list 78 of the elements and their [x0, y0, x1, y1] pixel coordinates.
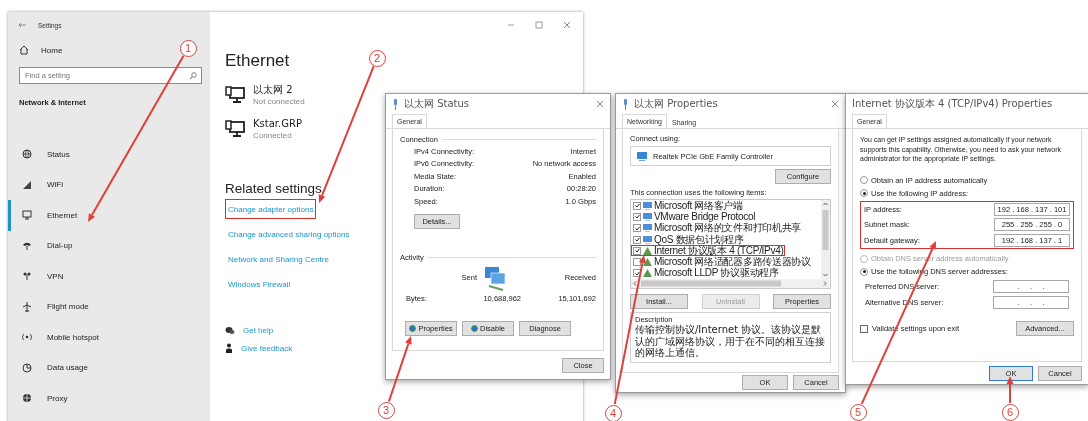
- person-icon: [225, 343, 233, 353]
- step-number: 5: [849, 403, 867, 421]
- close-icon[interactable]: [831, 100, 839, 108]
- list-item[interactable]: Microsoft LLDP 协议驱动程序: [631, 267, 781, 280]
- section-heading: Related settings: [225, 180, 322, 198]
- back-arrow-icon[interactable]: [18, 22, 26, 28]
- component-list[interactable]: Microsoft 网络客户端 VMware Bridge Protocol Microsoft 网络的文件和打印机共享 QoS 数据包计划程序 Internet 协议版本 4 (TCP/IPv4) Microsoft 网络适配器多路传送器协议 Microsoft LLDP 协议驱动程序: [630, 199, 831, 290]
- checkbox[interactable]: [860, 324, 868, 333]
- checkbox[interactable]: [633, 246, 641, 255]
- dialog-title: 以太网 Status: [404, 97, 471, 111]
- wifi-signal-icon: [22, 179, 32, 190]
- network-component-icon: [643, 201, 652, 210]
- nav-item[interactable]: VPN: [8, 261, 210, 292]
- check-icon: [634, 270, 640, 276]
- nav-item[interactable]: WiFi: [8, 169, 210, 200]
- checkbox[interactable]: [633, 212, 641, 221]
- close-icon[interactable]: [596, 100, 604, 108]
- settings-link[interactable]: Network and Sharing Centre: [225, 249, 332, 269]
- radio-button[interactable]: [860, 176, 868, 184]
- nav-item[interactable]: Status: [8, 139, 210, 170]
- checkbox[interactable]: [633, 201, 641, 210]
- shield-icon: [409, 324, 417, 332]
- checkbox[interactable]: [633, 258, 641, 267]
- step-number: 6: [1001, 403, 1019, 421]
- page-heading: Ethernet: [225, 50, 290, 72]
- checkbox[interactable]: [633, 269, 641, 278]
- settings-link[interactable]: Windows Firewall: [225, 274, 294, 294]
- adapter-status: Connected: [253, 131, 293, 140]
- computer-icon: [225, 86, 245, 104]
- arrow: [1006, 376, 1014, 404]
- description-text: 传输控制协议/Internet 协议。该协议是默认的广域网络协议，用于在不同的相互连接的网络上通信。: [635, 324, 826, 359]
- vpn-icon: [22, 271, 32, 282]
- radio-button[interactable]: [860, 267, 868, 276]
- radio-button[interactable]: [860, 189, 868, 197]
- pie-chart-icon: [22, 362, 32, 373]
- home-nav-item[interactable]: Home: [8, 39, 67, 61]
- settings-link[interactable]: Change advanced sharing options: [225, 224, 353, 244]
- search-icon: [189, 71, 197, 80]
- nav-item[interactable]: Mobile hotspot: [8, 322, 210, 353]
- adapter-name[interactable]: 以太网 2: [253, 84, 305, 96]
- adapter-name[interactable]: Kstar.GRP: [253, 118, 302, 130]
- home-icon: [19, 45, 29, 55]
- list-item[interactable]: Internet 协议版本 4 (TCP/IPv4): [631, 245, 786, 257]
- list-item[interactable]: Microsoft 网络的文件和打印机共享: [631, 222, 804, 234]
- list-item[interactable]: Microsoft 网络适配器多路传送器协议: [631, 256, 813, 268]
- nav-item[interactable]: Flight mode: [8, 291, 210, 322]
- shield-icon: [471, 324, 478, 332]
- list-item[interactable]: QoS 数据包计划程序: [631, 233, 746, 246]
- nav-item[interactable]: Dial-up: [8, 230, 210, 261]
- dialog-title: Internet 协议版本 4 (TCP/IPv4) Properties: [852, 97, 1054, 111]
- hotspot-icon: [22, 332, 32, 343]
- phone-icon: [22, 240, 32, 251]
- chat-bubble-icon: [225, 325, 235, 335]
- globe-icon: [22, 149, 32, 160]
- help-link[interactable]: Get help: [243, 325, 274, 335]
- help-link[interactable]: Give feedback: [241, 343, 293, 353]
- network-component-icon: [643, 224, 652, 233]
- list-item[interactable]: Microsoft 网络客户端: [631, 200, 745, 212]
- adapter-status: Not connected: [253, 97, 305, 106]
- computer-icon: [225, 120, 245, 138]
- checkbox[interactable]: [633, 235, 641, 244]
- checkbox[interactable]: [633, 224, 641, 233]
- network-plug-icon: [622, 98, 629, 110]
- globe-icon: [22, 393, 32, 404]
- step-number: 4: [604, 404, 622, 421]
- dialog-title: 以太网 Properties: [634, 97, 719, 111]
- network-component-icon: [643, 212, 652, 221]
- settings-link[interactable]: Change adapter options: [225, 199, 317, 219]
- nav-item[interactable]: Data usage: [8, 352, 210, 383]
- network-plug-icon: [392, 98, 399, 110]
- arrow: [387, 336, 412, 403]
- close-icon[interactable]: [563, 21, 571, 29]
- list-item[interactable]: VMware Bridge Protocol: [631, 211, 758, 223]
- network-card-icon: [637, 151, 647, 161]
- nav-item[interactable]: Proxy: [8, 383, 210, 414]
- airplane-icon: [22, 301, 32, 312]
- network-component-icon: [643, 235, 652, 244]
- monitor-icon: [22, 210, 32, 221]
